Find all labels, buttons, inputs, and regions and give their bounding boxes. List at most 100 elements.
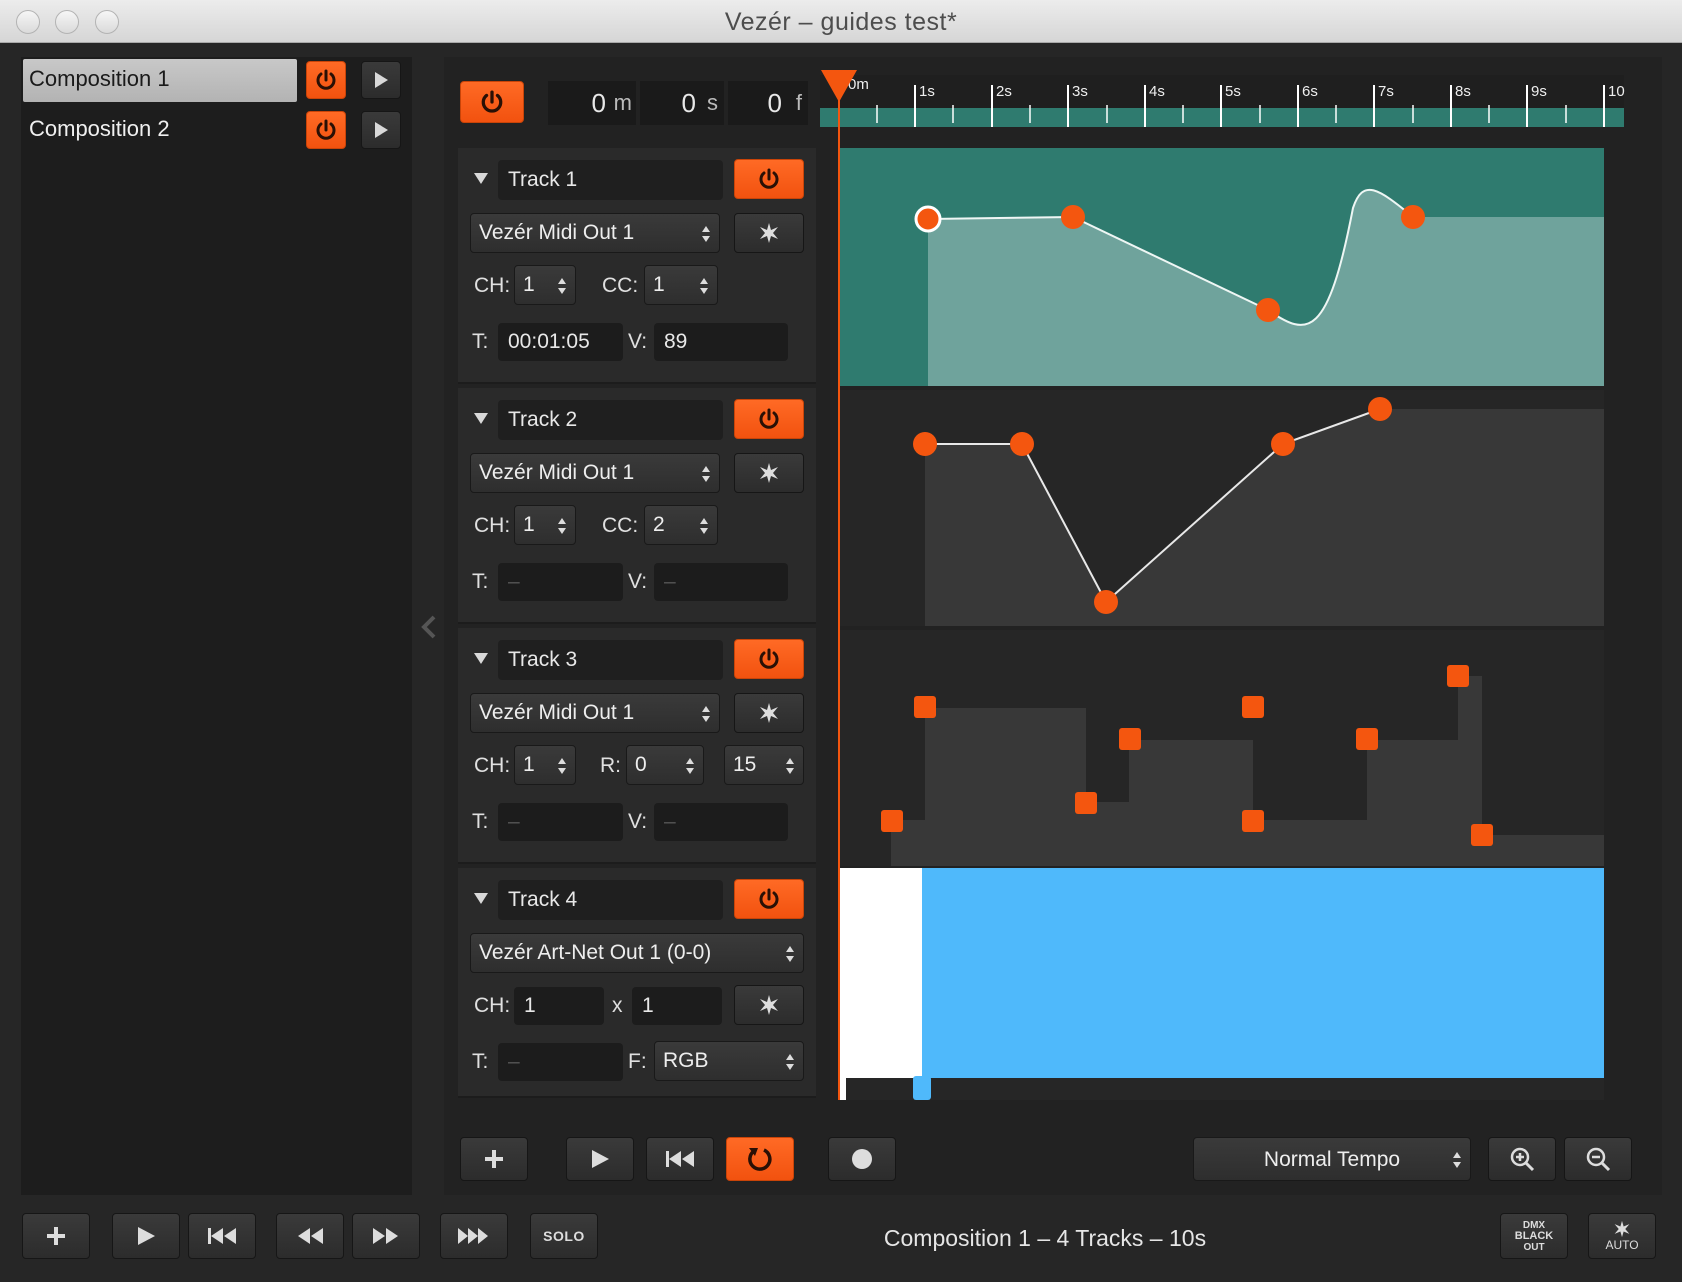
channel-stepper[interactable]: 1 bbox=[514, 505, 576, 545]
keyframe-point[interactable] bbox=[1368, 397, 1392, 421]
keyframe-point[interactable] bbox=[1094, 590, 1118, 614]
auto-button[interactable]: AUTO bbox=[1588, 1213, 1656, 1259]
cc-stepper[interactable]: 1 bbox=[644, 265, 718, 305]
track-power-button[interactable] bbox=[734, 639, 804, 679]
output-select[interactable]: Vezér Midi Out 1 bbox=[470, 213, 720, 253]
value-label: V: bbox=[628, 810, 648, 833]
range-max-stepper[interactable]: 15 bbox=[724, 745, 804, 785]
composition-name[interactable]: Composition 1 bbox=[23, 59, 297, 102]
track-collapse-icon[interactable] bbox=[474, 893, 488, 904]
timecode-frames[interactable]: 0 f bbox=[728, 81, 808, 125]
play-button[interactable] bbox=[566, 1137, 634, 1181]
channel-count-field[interactable]: 1 bbox=[632, 987, 722, 1025]
track-lane-3[interactable] bbox=[838, 630, 1604, 866]
time-field[interactable]: 00:01:05 bbox=[498, 323, 623, 361]
keyframe-point[interactable] bbox=[1356, 728, 1378, 750]
channel-label: CH: bbox=[474, 994, 511, 1017]
keyframe-point[interactable] bbox=[914, 696, 936, 718]
track-power-button[interactable] bbox=[734, 399, 804, 439]
global-play-button[interactable] bbox=[112, 1213, 180, 1259]
composition-power-button[interactable] bbox=[306, 61, 346, 99]
next-composition-button[interactable] bbox=[352, 1213, 420, 1259]
track-name-field[interactable]: Track 1 bbox=[498, 160, 723, 200]
color-segment-blue bbox=[922, 868, 1604, 1078]
loop-button[interactable] bbox=[726, 1137, 794, 1181]
track-controls: Track 4 Vezér Art-Net Out 1 (0-0) CH: 1 … bbox=[458, 868, 816, 1098]
add-composition-button[interactable] bbox=[22, 1213, 90, 1259]
channel-stepper[interactable]: 1 bbox=[514, 745, 576, 785]
track-lane-1[interactable] bbox=[838, 148, 1604, 386]
learn-button[interactable] bbox=[734, 213, 804, 253]
value-field[interactable]: 89 bbox=[654, 323, 788, 361]
keyframe-point-selected[interactable] bbox=[914, 205, 942, 233]
keyframe-point[interactable] bbox=[1010, 432, 1034, 456]
keyframe-point[interactable] bbox=[1271, 432, 1295, 456]
track-lane-4[interactable] bbox=[838, 868, 1604, 1100]
range-min-stepper[interactable]: 0 bbox=[626, 745, 704, 785]
track-collapse-icon[interactable] bbox=[474, 653, 488, 664]
dmx-blackout-button[interactable]: DMX BLACK OUT bbox=[1500, 1213, 1568, 1259]
time-field[interactable]: – bbox=[498, 803, 623, 841]
learn-button[interactable] bbox=[734, 693, 804, 733]
output-select[interactable]: Vezér Midi Out 1 bbox=[470, 693, 720, 733]
keyframe-point[interactable] bbox=[1447, 665, 1469, 687]
keyframe-point[interactable] bbox=[1256, 298, 1280, 322]
time-field[interactable]: – bbox=[498, 1043, 623, 1081]
value-field[interactable]: – bbox=[654, 563, 788, 601]
add-track-button[interactable] bbox=[460, 1137, 528, 1181]
zoom-in-button[interactable] bbox=[1488, 1137, 1556, 1181]
composition-name[interactable]: Composition 2 bbox=[23, 109, 297, 152]
rewind-to-start-button[interactable] bbox=[646, 1137, 714, 1181]
skip-forward-button[interactable] bbox=[440, 1213, 508, 1259]
cc-stepper[interactable]: 2 bbox=[644, 505, 718, 545]
keyframe-point[interactable] bbox=[1401, 205, 1425, 229]
time-field[interactable]: – bbox=[498, 563, 623, 601]
track-collapse-icon[interactable] bbox=[474, 173, 488, 184]
value-field[interactable]: – bbox=[654, 803, 788, 841]
composition-power-button[interactable] bbox=[306, 111, 346, 149]
track-power-button[interactable] bbox=[734, 879, 804, 919]
zoom-out-button[interactable] bbox=[1564, 1137, 1632, 1181]
keyframe-point[interactable] bbox=[1242, 810, 1264, 832]
learn-button[interactable] bbox=[734, 985, 804, 1025]
track-collapse-icon[interactable] bbox=[474, 413, 488, 424]
global-rewind-button[interactable] bbox=[188, 1213, 256, 1259]
output-select[interactable]: Vezér Art-Net Out 1 (0-0) bbox=[470, 933, 804, 973]
learn-button[interactable] bbox=[734, 453, 804, 493]
ruler-label: 7s bbox=[1378, 83, 1394, 100]
track-power-button[interactable] bbox=[734, 159, 804, 199]
timeline-ruler[interactable]: 0m 1s 2s 3s 4s 5s 6s 7s 8s 9s 10 bbox=[820, 75, 1625, 127]
playhead-handle[interactable] bbox=[820, 69, 858, 103]
collapse-sidebar-icon[interactable] bbox=[418, 614, 440, 640]
composition-row[interactable]: Composition 2 bbox=[21, 107, 412, 152]
app-window: Vezér – guides test* Composition 1 Compo… bbox=[0, 0, 1682, 1282]
keyframe-point[interactable] bbox=[913, 432, 937, 456]
composition-play-button[interactable] bbox=[361, 61, 401, 99]
keyframe-point[interactable] bbox=[1119, 728, 1141, 750]
timecode-minutes[interactable]: 0 m bbox=[548, 81, 636, 125]
keyframe-point[interactable] bbox=[1242, 696, 1264, 718]
track-lane-2[interactable] bbox=[838, 390, 1604, 626]
keyframe-point[interactable] bbox=[1061, 205, 1085, 229]
output-select[interactable]: Vezér Midi Out 1 bbox=[470, 453, 720, 493]
color-keyframe[interactable] bbox=[913, 1076, 931, 1100]
track-name-field[interactable]: Track 3 bbox=[498, 640, 723, 680]
timecode-seconds[interactable]: 0 s bbox=[640, 81, 724, 125]
composition-row[interactable]: Composition 1 bbox=[21, 57, 412, 102]
channel-field[interactable]: 1 bbox=[514, 987, 604, 1025]
solo-button[interactable]: SOLO bbox=[530, 1213, 598, 1259]
previous-composition-button[interactable] bbox=[276, 1213, 344, 1259]
keyframe-point[interactable] bbox=[1075, 792, 1097, 814]
skip-back-icon bbox=[208, 1228, 236, 1244]
tempo-select[interactable]: Normal Tempo bbox=[1193, 1137, 1471, 1181]
power-icon bbox=[481, 90, 503, 113]
record-button[interactable] bbox=[828, 1137, 896, 1181]
channel-stepper[interactable]: 1 bbox=[514, 265, 576, 305]
track-name-field[interactable]: Track 4 bbox=[498, 880, 723, 920]
keyframe-point[interactable] bbox=[1471, 824, 1493, 846]
composition-play-button[interactable] bbox=[361, 111, 401, 149]
keyframe-point[interactable] bbox=[881, 810, 903, 832]
track-name-field[interactable]: Track 2 bbox=[498, 400, 723, 440]
format-select[interactable]: RGB bbox=[654, 1041, 804, 1081]
global-power-button[interactable] bbox=[460, 81, 524, 123]
